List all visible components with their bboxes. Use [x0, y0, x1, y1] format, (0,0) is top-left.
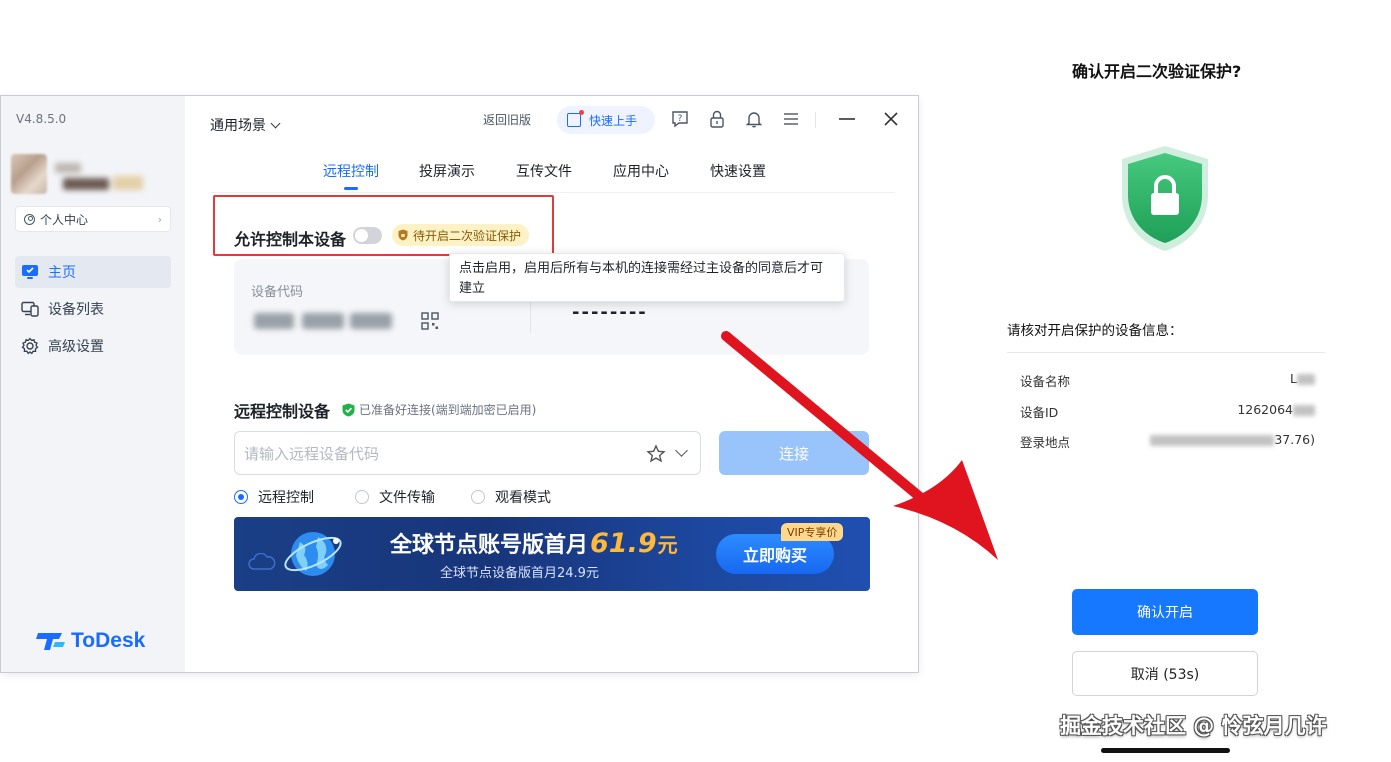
main-tabs: 远程控制 投屏演示 互传文件 应用中心 快速设置 — [323, 161, 766, 181]
promo-headline-text: 全球节点账号版首月 — [390, 533, 589, 558]
version-label: V4.8.5.0 — [16, 112, 67, 126]
home-indicator — [1101, 748, 1230, 753]
username-redacted — [51, 160, 147, 192]
redacted-block — [1293, 405, 1315, 416]
scene-dropdown[interactable]: 通用场景 — [210, 115, 281, 135]
sidebar-item-home[interactable]: 主页 — [15, 256, 171, 288]
promo-price: 61.9 — [590, 528, 657, 559]
sidebar-item-devices[interactable]: 设备列表 — [15, 293, 171, 325]
monitor-icon — [21, 263, 39, 281]
tab-remote-control[interactable]: 远程控制 — [323, 161, 379, 181]
tab-screen-cast[interactable]: 投屏演示 — [419, 161, 475, 181]
globe-icon — [284, 532, 342, 576]
mode-radio-group: 远程控制 文件传输 观看模式 — [234, 487, 551, 507]
header-divider — [815, 112, 816, 128]
scene-label: 通用场景 — [210, 118, 266, 134]
remote-code-placeholder: 请输入远程设备代码 — [244, 444, 380, 463]
confirm-enable-button[interactable]: 确认开启 — [1072, 589, 1258, 635]
info-value-text: 1262064 — [1237, 402, 1293, 417]
mode-label: 观看模式 — [495, 490, 551, 506]
tab-file-transfer[interactable]: 互传文件 — [516, 161, 572, 181]
avatar[interactable] — [11, 154, 47, 194]
lock-icon[interactable] — [707, 109, 727, 129]
sidebar: V4.8.5.0 个人中心 › 主页 设备列表 高级设置 ToDesk — [1, 96, 185, 672]
help-icon[interactable]: ? — [670, 109, 690, 129]
cancel-button[interactable]: 取消 (53s) — [1072, 651, 1258, 696]
todesk-logo: ToDesk — [36, 629, 145, 653]
tab-quick-settings[interactable]: 快速设置 — [710, 161, 766, 181]
mode-watch-radio[interactable]: 观看模式 — [471, 487, 551, 507]
qr-code-icon[interactable] — [421, 312, 439, 330]
guide-icon — [567, 110, 584, 127]
device-code-redacted — [252, 307, 397, 333]
promo-subline: 全球节点设备版首月24.9元 — [440, 566, 599, 581]
close-icon[interactable] — [881, 109, 901, 129]
mode-label: 远程控制 — [258, 490, 314, 506]
redacted-block — [1297, 374, 1315, 385]
card-divider — [530, 297, 531, 333]
red-arrow-annotation — [721, 331, 998, 560]
menu-icon[interactable] — [781, 109, 801, 129]
minimize-icon[interactable] — [837, 109, 857, 129]
brand-name: ToDesk — [71, 629, 146, 652]
shield-check-icon — [342, 403, 355, 416]
info-key: 设备名称 — [1020, 374, 1071, 389]
back-to-old-version-link[interactable]: 返回旧版 — [483, 111, 531, 128]
info-key: 设备ID — [1020, 405, 1059, 420]
info-value: 1262064 — [1237, 402, 1315, 417]
info-divider — [1007, 352, 1325, 353]
radio-indicator — [471, 490, 485, 504]
remote-control-title: 远程控制设备 — [234, 402, 331, 421]
mode-label: 文件传输 — [379, 490, 435, 506]
tab-app-center[interactable]: 应用中心 — [613, 161, 669, 181]
user-icon — [24, 213, 35, 225]
sidebar-item-label: 设备列表 — [48, 302, 104, 318]
temporary-password-value: -------- — [572, 302, 648, 323]
info-key: 登录地点 — [1020, 435, 1071, 450]
enable-2fa-tooltip: 点击启用，启用后所有与本机的连接需经过主设备的同意后才可建立 — [449, 253, 845, 302]
quick-start-label: 快速上手 — [589, 113, 638, 128]
mode-file-transfer-radio[interactable]: 文件传输 — [355, 487, 435, 507]
device-code-label: 设备代码 — [251, 285, 304, 300]
connection-ready-status: 已准备好连接(端到端加密已启用) — [342, 401, 536, 418]
gear-icon — [21, 337, 39, 355]
promo-headline: 全球节点账号版首月 61.9 元 — [390, 527, 678, 559]
info-value-text: L — [1290, 371, 1297, 386]
watermark: 掘金技术社区 @ 怜弦月几许 — [1060, 714, 1327, 738]
chevron-right-icon: › — [157, 212, 162, 226]
todesk-logo-icon — [36, 630, 66, 652]
chevron-down-icon — [270, 118, 281, 128]
info-value-text: 37.76) — [1274, 432, 1315, 447]
chevron-down-icon[interactable] — [675, 444, 688, 457]
verify-device-heading: 请核对开启保护的设备信息： — [1007, 323, 1183, 339]
sidebar-item-label: 高级设置 — [48, 339, 104, 355]
tabs-divider — [211, 192, 895, 193]
cloud-icon — [248, 553, 276, 570]
shield-lock-icon — [1122, 146, 1208, 251]
remote-code-input[interactable]: 请输入远程设备代码 — [234, 431, 701, 475]
highlight-box — [213, 195, 554, 256]
ready-text: 已准备好连接(端到端加密已启用) — [359, 403, 537, 417]
promo-price-unit: 元 — [657, 533, 678, 557]
info-value: 37.76) — [1150, 432, 1315, 447]
info-value: L — [1290, 371, 1315, 386]
quick-start-button[interactable]: 快速上手 — [557, 106, 655, 134]
profile-center-label: 个人中心 — [40, 212, 89, 227]
radio-indicator — [234, 490, 248, 504]
star-icon[interactable] — [646, 444, 666, 464]
mode-remote-control-radio[interactable]: 远程控制 — [234, 487, 314, 507]
sidebar-item-label: 主页 — [48, 265, 76, 281]
confirm-2fa-title: 确认开启二次验证保护? — [1072, 62, 1242, 81]
bell-icon[interactable] — [744, 109, 764, 129]
profile-center-button[interactable]: 个人中心 › — [15, 206, 171, 232]
devices-icon — [21, 300, 39, 318]
redacted-block — [1150, 435, 1275, 446]
sidebar-item-advanced-settings[interactable]: 高级设置 — [15, 330, 171, 362]
svg-text:?: ? — [678, 114, 683, 124]
radio-indicator — [355, 490, 369, 504]
